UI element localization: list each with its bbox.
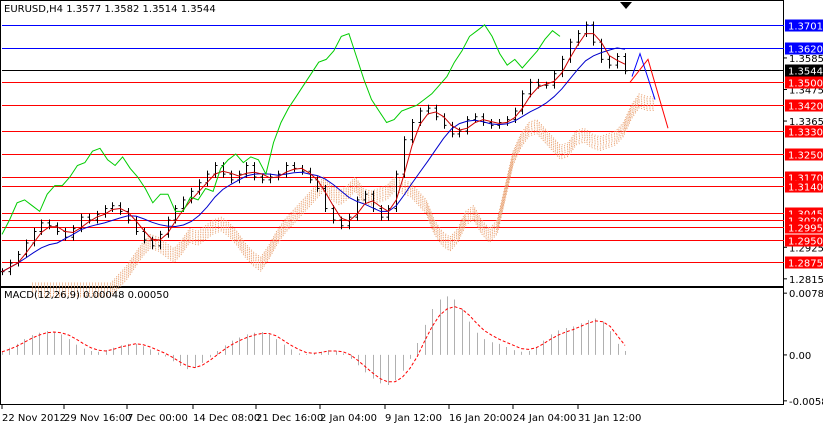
x-tick-label-8: 24 Jan 04:00 [513, 413, 576, 424]
chart-canvas: EURUSD,H4 1.3577 1.3582 1.3514 1.3544 MA… [0, 0, 823, 424]
x-tick-label-3: 14 Dec 08:00 [193, 413, 260, 424]
level-label-11: 1.2995 [788, 224, 823, 235]
y-tick-label-0: 1.3585 [789, 54, 823, 65]
x-tick-label-1: 29 Nov 16:00 [64, 413, 131, 424]
x-ticks: 22 Nov 201229 Nov 16:007 Dec 00:00 14 Dec… [1, 405, 641, 424]
level-label-3: 1.3500 [788, 79, 823, 90]
macd-tick-label-0: 0.0078 [789, 289, 823, 300]
main-title: EURUSD,H4 1.3577 1.3582 1.3514 1.3544 [4, 4, 216, 15]
y-ticks-macd: 0.0078 0.00 -0.0058 [784, 289, 823, 408]
level-label-12: 1.2950 [788, 237, 823, 248]
level-label-6: 1.3250 [788, 151, 823, 162]
macd-tick-label-2: -0.0058 [789, 397, 823, 408]
x-tick-label-4: 21 Dec 16:00 [256, 413, 323, 424]
level-label-0: 1.3701 [788, 22, 823, 33]
x-tick-label-6: 9 Jan 12:00 [385, 413, 442, 424]
level-label-2: 1.3544 [788, 67, 823, 78]
level-label-8: 1.3140 [788, 183, 823, 194]
macd-pane [0, 287, 784, 405]
y-tick-label-4: 1.2815 [789, 275, 823, 286]
x-tick-label-5: 2 Jan 04:00 [320, 413, 377, 424]
level-label-1: 1.3620 [788, 45, 823, 56]
macd-tick-label-1: 0.00 [789, 351, 811, 362]
x-tick-label-2: 7 Dec 00:00 [127, 413, 188, 424]
level-label-13: 1.2875 [788, 259, 823, 270]
x-tick-label-0: 22 Nov 2012 [2, 413, 66, 424]
x-tick-label-7: 16 Jan 20:00 [449, 413, 512, 424]
macd-title: MACD(12,26,9) 0.00048 0.00050 [4, 290, 169, 301]
x-tick-label-9: 31 Jan 12:00 [578, 413, 641, 424]
level-label-5: 1.3330 [788, 128, 823, 139]
level-label-4: 1.3420 [788, 102, 823, 113]
main-pane [0, 0, 784, 287]
